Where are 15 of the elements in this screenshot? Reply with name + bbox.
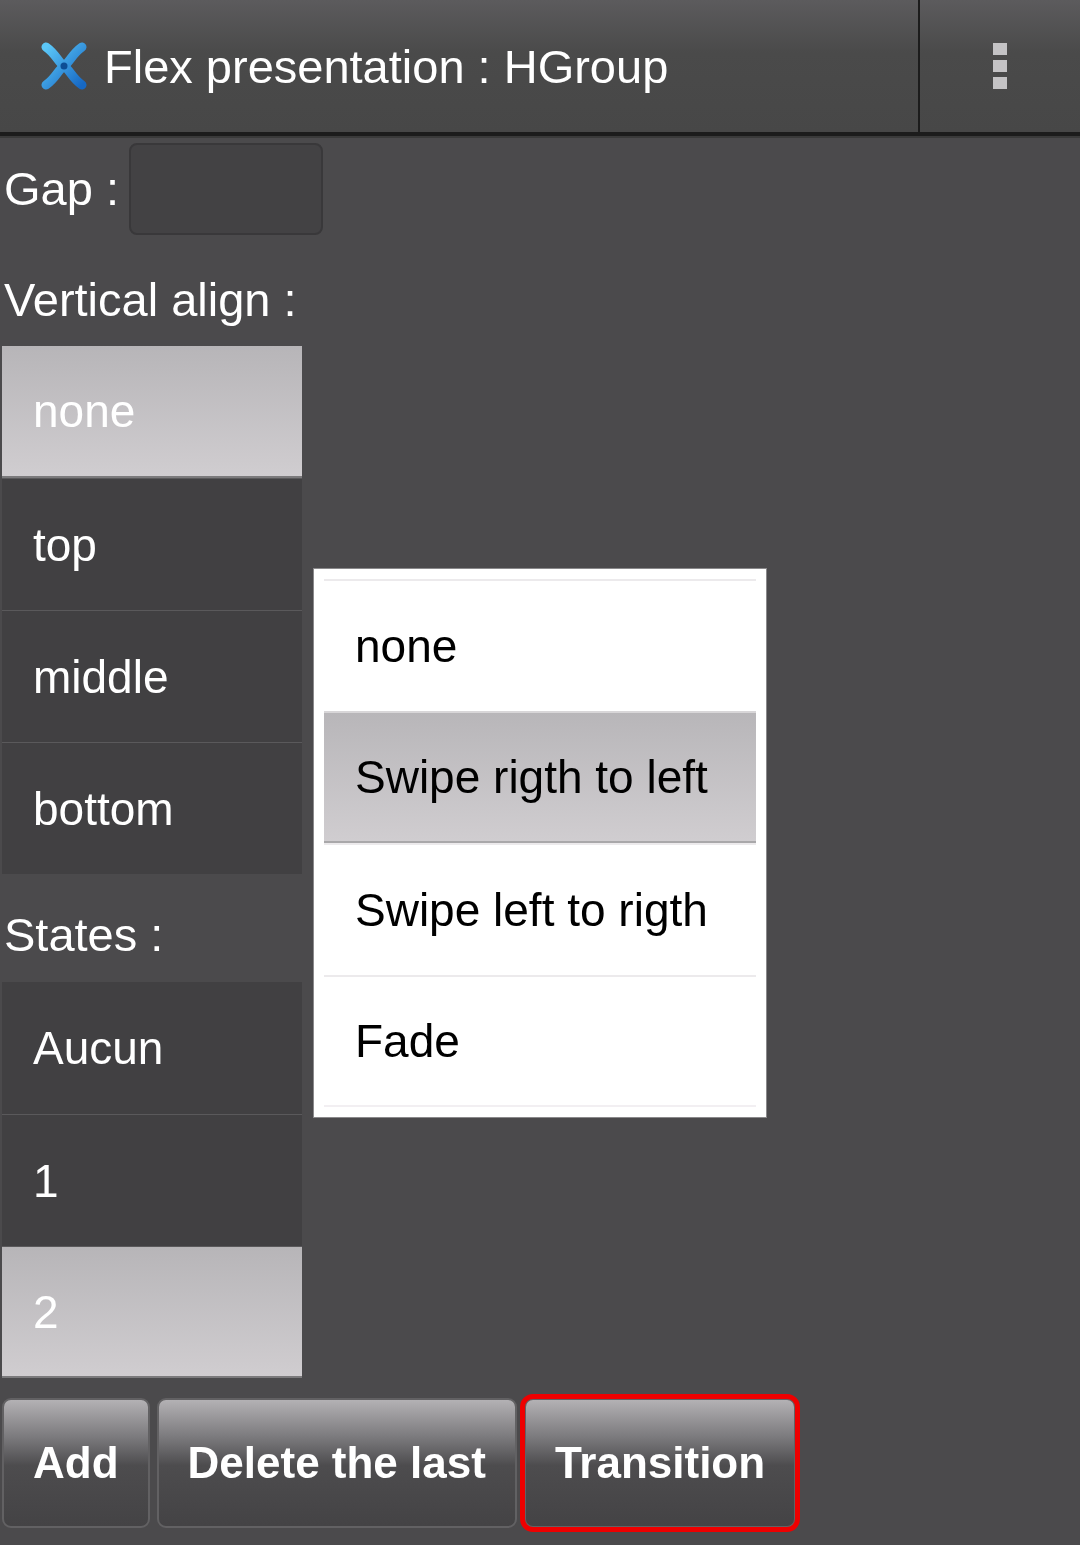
align-option[interactable]: middle <box>2 610 302 742</box>
states-label: States : <box>4 907 164 963</box>
align-option[interactable]: bottom <box>2 742 302 874</box>
state-option[interactable]: Aucun <box>2 982 302 1114</box>
menu-item[interactable]: Fade <box>324 975 756 1107</box>
vertical-align-label: Vertical align : <box>4 272 297 328</box>
action-button[interactable]: Add <box>2 1398 150 1528</box>
menu-item[interactable]: Swipe rigth to left <box>324 711 756 843</box>
action-button[interactable]: Delete the last <box>156 1398 517 1528</box>
state-option[interactable]: 1 <box>2 1114 302 1246</box>
gap-label: Gap : <box>4 161 119 217</box>
align-option[interactable]: top <box>2 478 302 610</box>
app-title: Flex presentation : HGroup <box>104 38 669 94</box>
x-logo-icon <box>40 42 88 90</box>
overflow-menu-icon[interactable] <box>993 43 1007 89</box>
